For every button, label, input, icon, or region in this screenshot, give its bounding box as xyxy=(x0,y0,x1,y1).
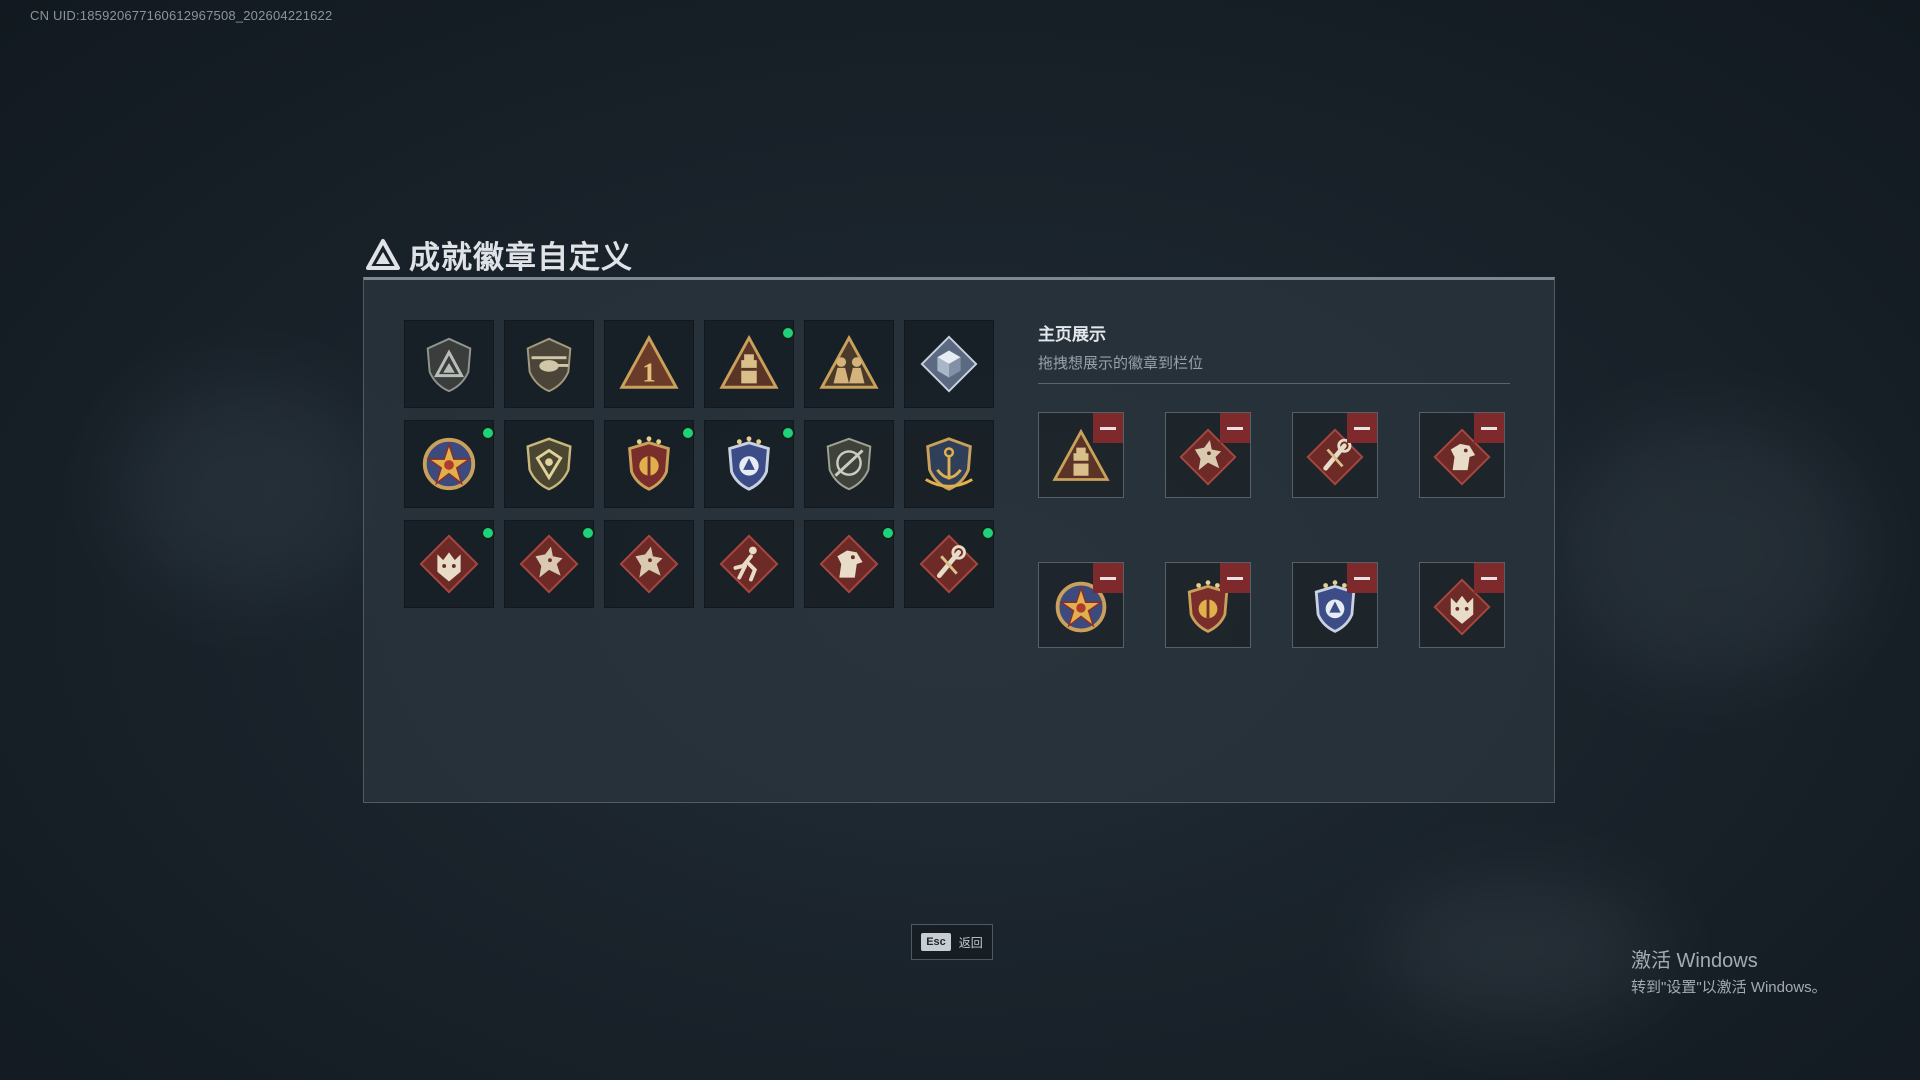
badge-cell[interactable] xyxy=(804,520,895,608)
watermark-line1: 激活 Windows xyxy=(1631,950,1758,972)
rifle-shield-badge-icon xyxy=(826,437,872,491)
badge-cell[interactable] xyxy=(504,320,594,408)
minus-icon xyxy=(1481,426,1497,430)
new-indicator-dot xyxy=(581,526,595,540)
new-indicator-dot xyxy=(481,526,495,540)
wolf-diamond-badge-icon xyxy=(419,534,479,594)
badge-cell[interactable] xyxy=(904,320,994,408)
background-glow xyxy=(1380,880,1660,1020)
badge-cell[interactable]: 1 xyxy=(604,320,694,408)
badge-cell[interactable] xyxy=(704,420,795,508)
remove-badge-button[interactable] xyxy=(1093,563,1123,593)
triangle-number-one-badge-icon: 1 xyxy=(619,334,679,389)
dragon-diamond-badge-icon xyxy=(519,534,579,594)
gold-star-medal-badge-icon xyxy=(422,437,476,491)
showcase-slot[interactable] xyxy=(1419,562,1505,648)
showcase-slot[interactable] xyxy=(1419,412,1505,498)
badge-cell[interactable] xyxy=(404,420,495,508)
anchor-shield-badge-icon xyxy=(925,437,973,491)
showcase-title: 主页展示 xyxy=(1038,325,1106,344)
badge-cell[interactable] xyxy=(704,520,794,608)
background-glow xyxy=(1560,420,1860,680)
blue-shield-stars-badge-icon xyxy=(728,436,770,491)
page-title: 成就徽章自定义 xyxy=(409,240,633,275)
horse-diamond-badge-icon xyxy=(819,534,879,594)
showcase-slot[interactable] xyxy=(1165,562,1251,648)
gold-shield-crest-badge-icon xyxy=(526,437,572,491)
runner-diamond-badge-icon xyxy=(719,534,779,594)
badge-cell[interactable] xyxy=(404,320,494,408)
new-indicator-dot xyxy=(881,526,895,540)
triangle-soldiers-badge-icon xyxy=(819,334,879,389)
dragon-diamond-badge-icon xyxy=(619,534,679,594)
showcase-slots xyxy=(1038,412,1505,648)
minus-icon xyxy=(1354,426,1370,430)
badge-customization-panel: 1 主页展示 拖拽想展示的徽章到栏位 xyxy=(363,277,1555,803)
minus-icon xyxy=(1227,426,1243,430)
showcase-slot[interactable] xyxy=(1165,412,1251,498)
divider xyxy=(1038,383,1510,384)
back-button[interactable]: Esc 返回 xyxy=(911,924,993,960)
new-indicator-dot xyxy=(981,526,995,540)
silver-diamond-cube-badge-icon xyxy=(920,335,978,393)
remove-badge-button[interactable] xyxy=(1347,563,1377,593)
badge-cell[interactable] xyxy=(804,320,894,408)
new-indicator-dot xyxy=(481,426,495,440)
remove-badge-button[interactable] xyxy=(1474,563,1504,593)
esc-key-hint: Esc xyxy=(921,933,951,951)
badge-cell[interactable] xyxy=(404,520,495,608)
new-indicator-dot xyxy=(781,326,795,340)
red-shield-stars-badge-icon xyxy=(628,436,670,491)
background-glow xyxy=(120,380,380,600)
showcase-slot[interactable] xyxy=(1038,412,1124,498)
badge-cell[interactable] xyxy=(704,320,795,408)
triangle-tower-badge-icon xyxy=(719,334,779,389)
showcase-subtitle: 拖拽想展示的徽章到栏位 xyxy=(1038,355,1204,372)
minus-icon xyxy=(1100,576,1116,580)
svg-text:1: 1 xyxy=(642,357,656,387)
homepage-showcase: 主页展示 拖拽想展示的徽章到栏位 xyxy=(1038,320,1510,648)
triangle-logo-icon xyxy=(366,238,400,270)
helicopter-shield-badge-icon xyxy=(526,337,572,393)
minus-icon xyxy=(1227,576,1243,580)
badge-cell[interactable] xyxy=(904,420,994,508)
showcase-slot[interactable] xyxy=(1038,562,1124,648)
badge-cell[interactable] xyxy=(504,520,595,608)
minus-icon xyxy=(1100,426,1116,430)
windows-activation-watermark: 激活 Windows 转到"设置"以激活 Windows。 xyxy=(1631,944,1827,997)
minus-icon xyxy=(1481,576,1497,580)
badge-cell[interactable] xyxy=(604,520,694,608)
badge-grid: 1 xyxy=(404,320,995,608)
badge-cell[interactable] xyxy=(504,420,594,508)
badge-cell[interactable] xyxy=(904,520,995,608)
remove-badge-button[interactable] xyxy=(1220,413,1250,443)
badge-cell[interactable] xyxy=(604,420,695,508)
uid-label: CN UID:185920677160612967508_20260422162… xyxy=(30,8,333,23)
remove-badge-button[interactable] xyxy=(1347,413,1377,443)
shield-triangle-badge-icon xyxy=(426,337,472,393)
showcase-slot[interactable] xyxy=(1292,562,1378,648)
page-header: 成就徽章自定义 xyxy=(365,232,633,277)
remove-badge-button[interactable] xyxy=(1474,413,1504,443)
new-indicator-dot xyxy=(681,426,695,440)
remove-badge-button[interactable] xyxy=(1220,563,1250,593)
wrench-diamond-badge-icon xyxy=(919,534,979,594)
back-label: 返回 xyxy=(958,935,983,950)
badge-cell[interactable] xyxy=(804,420,894,508)
minus-icon xyxy=(1354,576,1370,580)
new-indicator-dot xyxy=(781,426,795,440)
remove-badge-button[interactable] xyxy=(1093,413,1123,443)
showcase-slot[interactable] xyxy=(1292,412,1378,498)
watermark-line2: 转到"设置"以激活 Windows。 xyxy=(1631,979,1827,996)
